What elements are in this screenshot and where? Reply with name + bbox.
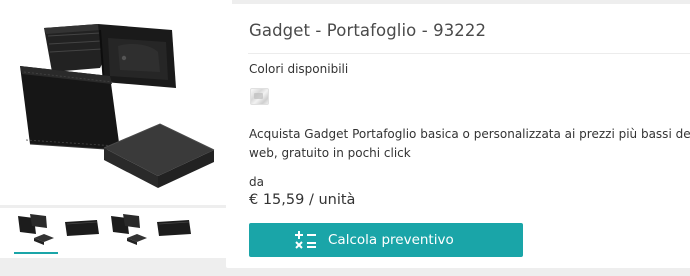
product-title: Gadget - Portafoglio - 93222	[249, 21, 487, 40]
wallet-thumbnail-icon	[157, 220, 191, 236]
thumbnail-2[interactable]	[61, 208, 105, 252]
title-divider	[248, 53, 690, 54]
closed-wallet	[20, 66, 121, 151]
thumbnail-1[interactable]	[14, 208, 58, 254]
product-price: € 15,59 / unità	[249, 192, 356, 208]
price-prefix: da	[249, 175, 264, 189]
wallet-thumbnail-icon	[65, 220, 99, 236]
calculator-icon	[295, 231, 316, 249]
thumbnail-strip	[0, 208, 232, 258]
available-colors-label: Colori disponibili	[249, 62, 349, 76]
wallet-thumbnail-icon	[111, 214, 147, 245]
calculate-quote-button[interactable]: Calcola preventivo	[249, 223, 523, 257]
thumbnail-4[interactable]	[153, 208, 197, 252]
product-description: Acquista Gadget Portafoglio basica o per…	[249, 127, 690, 160]
wallet-thumbnail-icon	[18, 214, 54, 245]
thumbnail-3[interactable]	[107, 208, 151, 252]
wallet-illustration	[20, 24, 215, 188]
product-info-panel: Gadget - Portafoglio - 93222 Colori disp…	[226, 4, 690, 268]
product-main-image[interactable]	[0, 0, 232, 205]
gift-box	[103, 123, 215, 188]
color-swatch-silver[interactable]	[250, 88, 269, 105]
calculate-quote-label: Calcola preventivo	[328, 232, 454, 248]
